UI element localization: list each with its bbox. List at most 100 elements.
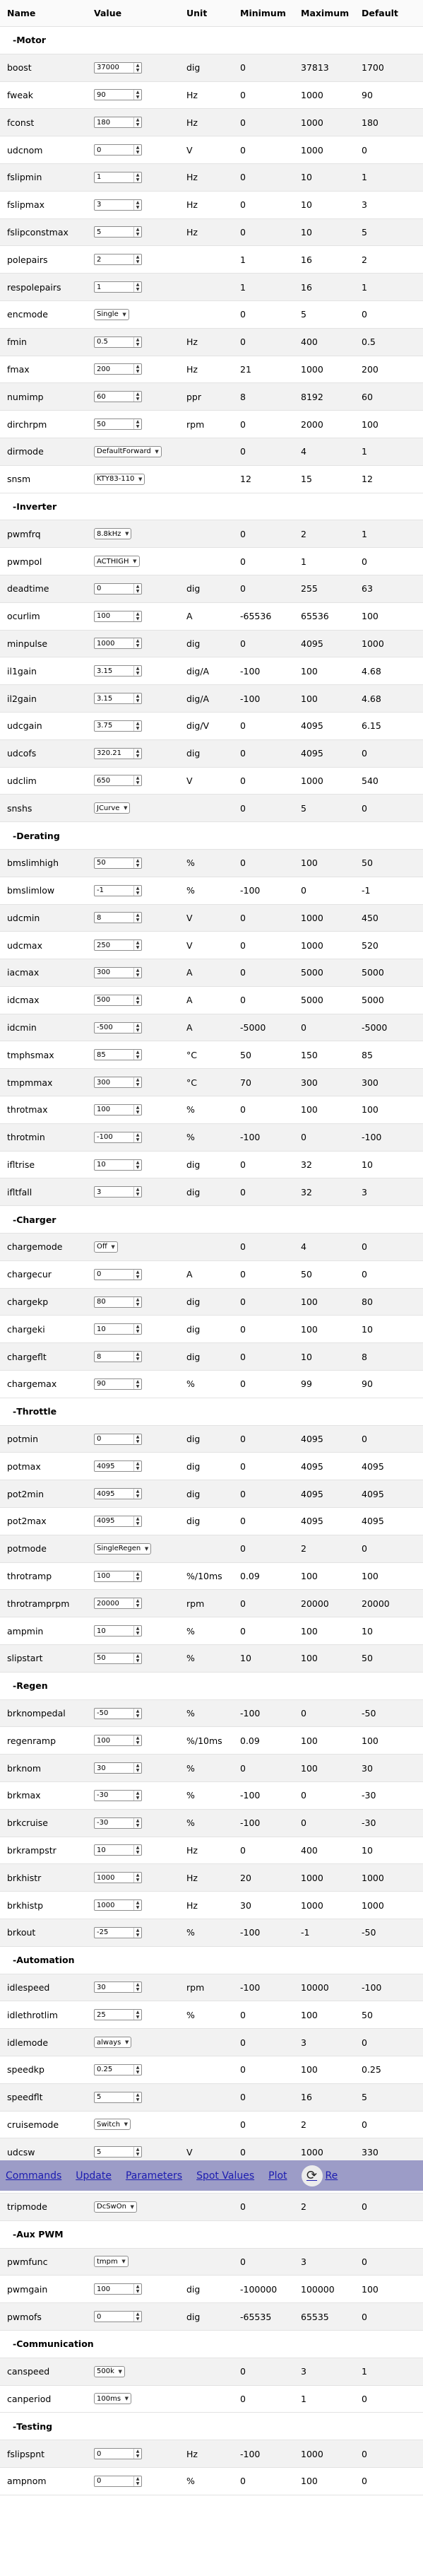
param-number-input[interactable]: 50 ▲ ▼ xyxy=(94,418,142,431)
stepper-arrows-icon[interactable]: ▲▼ xyxy=(133,583,141,594)
param-number-input[interactable]: 300 ▲ ▼ xyxy=(94,966,142,978)
stepper-arrows-icon[interactable]: ▲▼ xyxy=(133,282,141,293)
param-select[interactable]: always ▼ xyxy=(94,2037,132,2049)
param-number-input[interactable]: 25 ▲ ▼ xyxy=(94,2009,142,2021)
stepper-arrows-icon[interactable]: ▲▼ xyxy=(133,967,141,978)
stepper-arrows-icon[interactable]: ▲▼ xyxy=(133,666,141,677)
param-number-input[interactable]: -50 ▲ ▼ xyxy=(94,1707,142,1719)
stepper-arrows-icon[interactable]: ▲▼ xyxy=(133,2284,141,2295)
param-number-input[interactable]: 1000 ▲ ▼ xyxy=(94,1899,142,1911)
param-number-input[interactable]: -500 ▲ ▼ xyxy=(94,1021,142,1034)
param-number-input[interactable]: 100 ▲ ▼ xyxy=(94,1103,142,1116)
stepper-arrows-icon[interactable]: ▲▼ xyxy=(133,254,141,265)
stepper-arrows-icon[interactable]: ▲▼ xyxy=(133,1873,141,1883)
param-select[interactable]: JCurve ▼ xyxy=(94,802,131,814)
stepper-arrows-icon[interactable]: ▲▼ xyxy=(133,1900,141,1911)
param-number-input[interactable]: 3 ▲ ▼ xyxy=(94,199,142,211)
param-select[interactable]: 100ms ▼ xyxy=(94,2393,132,2405)
menu-parameters-link[interactable]: Parameters xyxy=(126,2170,182,2182)
stepper-arrows-icon[interactable]: ▲▼ xyxy=(133,392,141,402)
stepper-arrows-icon[interactable]: ▲▼ xyxy=(133,1022,141,1033)
param-number-input[interactable]: 0 ▲ ▼ xyxy=(94,1433,142,1445)
param-number-input[interactable]: -1 ▲ ▼ xyxy=(94,884,142,896)
param-number-input[interactable]: 250 ▲ ▼ xyxy=(94,939,142,952)
param-select[interactable]: SingleRegen ▼ xyxy=(94,1542,152,1555)
stepper-arrows-icon[interactable]: ▲▼ xyxy=(133,2064,141,2075)
stepper-arrows-icon[interactable]: ▲▼ xyxy=(133,1763,141,1774)
param-select[interactable]: ACTHIGH ▼ xyxy=(94,556,140,568)
stepper-arrows-icon[interactable]: ▲▼ xyxy=(133,748,141,759)
param-number-input[interactable]: 80 ▲ ▼ xyxy=(94,1296,142,1308)
param-number-input[interactable]: 5 ▲ ▼ xyxy=(94,2146,142,2158)
param-number-input[interactable]: 1000 ▲ ▼ xyxy=(94,638,142,650)
param-number-input[interactable]: 3 ▲ ▼ xyxy=(94,1186,142,1198)
stepper-arrows-icon[interactable]: ▲▼ xyxy=(133,995,141,1005)
stepper-arrows-icon[interactable]: ▲▼ xyxy=(133,1104,141,1115)
param-number-input[interactable]: 8 ▲ ▼ xyxy=(94,912,142,924)
param-number-input[interactable]: 0 ▲ ▼ xyxy=(94,2448,142,2460)
stepper-arrows-icon[interactable]: ▲▼ xyxy=(133,199,141,210)
param-number-input[interactable]: 50 ▲ ▼ xyxy=(94,1652,142,1664)
param-select[interactable]: Single ▼ xyxy=(94,308,129,320)
stepper-arrows-icon[interactable]: ▲▼ xyxy=(133,364,141,375)
param-number-input[interactable]: 4095 ▲ ▼ xyxy=(94,1460,142,1473)
param-number-input[interactable]: 320.21 ▲ ▼ xyxy=(94,747,142,759)
stepper-arrows-icon[interactable]: ▲▼ xyxy=(133,117,141,128)
param-select[interactable]: DefaultForward ▼ xyxy=(94,445,162,457)
stepper-arrows-icon[interactable]: ▲▼ xyxy=(133,1790,141,1801)
param-number-input[interactable]: 8 ▲ ▼ xyxy=(94,1351,142,1363)
stepper-arrows-icon[interactable]: ▲▼ xyxy=(133,1159,141,1170)
menu-plot-link[interactable]: Plot xyxy=(268,2170,287,2182)
stepper-arrows-icon[interactable]: ▲▼ xyxy=(133,913,141,923)
stepper-arrows-icon[interactable]: ▲▼ xyxy=(133,1845,141,1856)
stepper-arrows-icon[interactable]: ▲▼ xyxy=(133,1817,141,1828)
stepper-arrows-icon[interactable]: ▲▼ xyxy=(133,419,141,430)
stepper-arrows-icon[interactable]: ▲▼ xyxy=(133,857,141,868)
param-number-input[interactable]: 500 ▲ ▼ xyxy=(94,994,142,1006)
param-number-input[interactable]: -100 ▲ ▼ xyxy=(94,1131,142,1143)
param-number-input[interactable]: 650 ▲ ▼ xyxy=(94,775,142,787)
stepper-arrows-icon[interactable]: ▲▼ xyxy=(133,2449,141,2459)
stepper-arrows-icon[interactable]: ▲▼ xyxy=(133,1489,141,1499)
stepper-arrows-icon[interactable]: ▲▼ xyxy=(133,90,141,100)
param-number-input[interactable]: 5 ▲ ▼ xyxy=(94,2091,142,2103)
param-number-input[interactable]: 1 ▲ ▼ xyxy=(94,171,142,183)
menu-commands-link[interactable]: Commands xyxy=(6,2170,61,2182)
param-select[interactable]: Switch ▼ xyxy=(94,2119,131,2131)
param-number-input[interactable]: 100 ▲ ▼ xyxy=(94,610,142,622)
stepper-arrows-icon[interactable]: ▲▼ xyxy=(133,1653,141,1663)
stepper-arrows-icon[interactable]: ▲▼ xyxy=(133,227,141,238)
stepper-arrows-icon[interactable]: ▲▼ xyxy=(133,1571,141,1581)
stepper-arrows-icon[interactable]: ▲▼ xyxy=(133,172,141,182)
menu-refresh-link[interactable]: ⟳ Re xyxy=(301,2165,338,2186)
param-number-input[interactable]: 200 ▲ ▼ xyxy=(94,363,142,375)
param-number-input[interactable]: 2 ▲ ▼ xyxy=(94,254,142,266)
stepper-arrows-icon[interactable]: ▲▼ xyxy=(133,145,141,156)
param-number-input[interactable]: -25 ▲ ▼ xyxy=(94,1926,142,1938)
stepper-arrows-icon[interactable]: ▲▼ xyxy=(133,1927,141,1938)
param-number-input[interactable]: 100 ▲ ▼ xyxy=(94,1570,142,1582)
param-number-input[interactable]: 20000 ▲ ▼ xyxy=(94,1598,142,1610)
stepper-arrows-icon[interactable]: ▲▼ xyxy=(133,336,141,347)
param-select[interactable]: Off ▼ xyxy=(94,1241,118,1253)
param-number-input[interactable]: 60 ▲ ▼ xyxy=(94,391,142,403)
stepper-arrows-icon[interactable]: ▲▼ xyxy=(133,1187,141,1198)
param-number-input[interactable]: 10 ▲ ▼ xyxy=(94,1323,142,1335)
param-number-input[interactable]: 4095 ▲ ▼ xyxy=(94,1488,142,1500)
menu-update-link[interactable]: Update xyxy=(76,2170,112,2182)
stepper-arrows-icon[interactable]: ▲▼ xyxy=(133,1708,141,1719)
stepper-arrows-icon[interactable]: ▲▼ xyxy=(133,1324,141,1335)
stepper-arrows-icon[interactable]: ▲▼ xyxy=(133,2092,141,2102)
stepper-arrows-icon[interactable]: ▲▼ xyxy=(133,1598,141,1609)
param-select[interactable]: tmpm ▼ xyxy=(94,2256,129,2268)
param-number-input[interactable]: 0 ▲ ▼ xyxy=(94,582,142,595)
param-select[interactable]: DcSwOn ▼ xyxy=(94,2201,137,2213)
stepper-arrows-icon[interactable]: ▲▼ xyxy=(133,62,141,73)
param-number-input[interactable]: 0.25 ▲ ▼ xyxy=(94,2063,142,2076)
stepper-arrows-icon[interactable]: ▲▼ xyxy=(133,1626,141,1637)
menu-spot-values-link[interactable]: Spot Values xyxy=(196,2170,254,2182)
stepper-arrows-icon[interactable]: ▲▼ xyxy=(133,1982,141,1993)
stepper-arrows-icon[interactable]: ▲▼ xyxy=(133,1296,141,1307)
stepper-arrows-icon[interactable]: ▲▼ xyxy=(133,1461,141,1472)
param-number-input[interactable]: 10 ▲ ▼ xyxy=(94,1159,142,1171)
